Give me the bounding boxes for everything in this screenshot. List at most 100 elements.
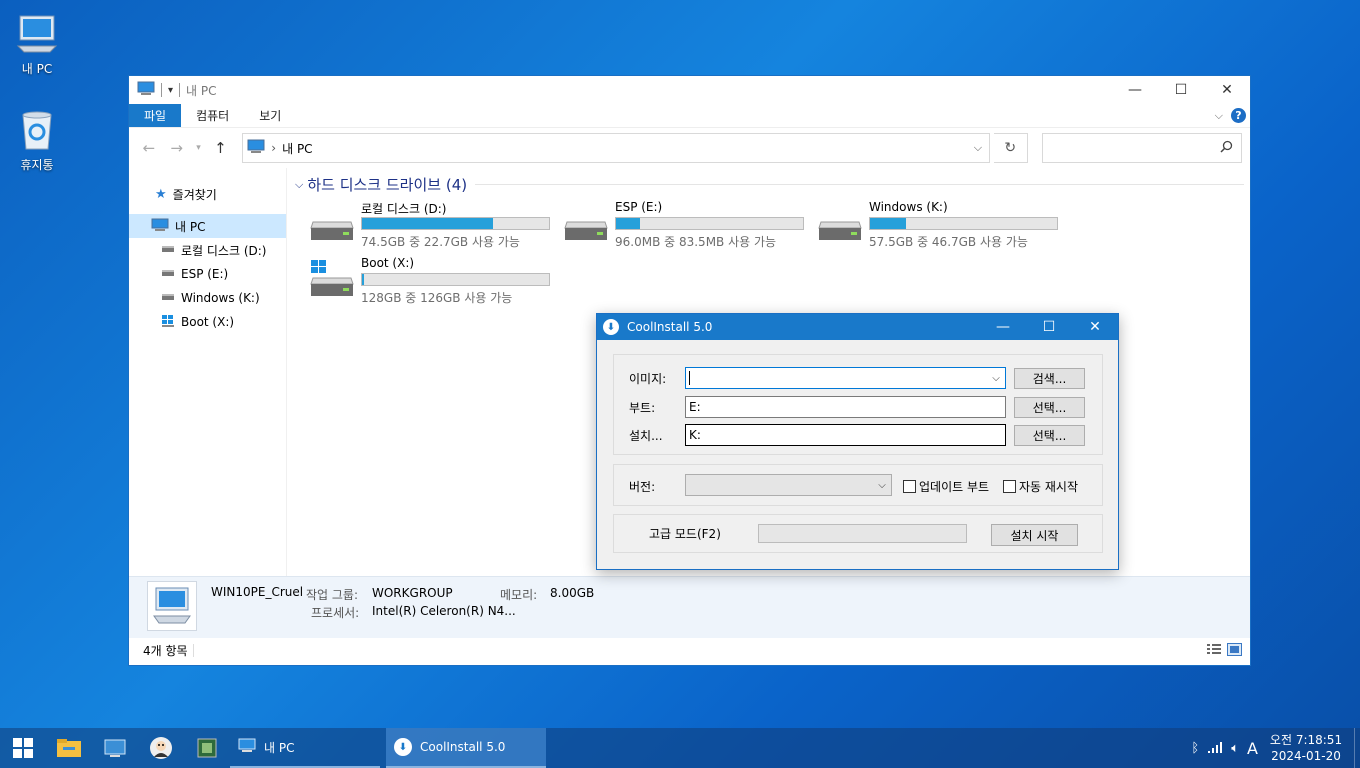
tab-computer[interactable]: 컴퓨터 [181,104,244,127]
clock-date: 2024-01-20 [1271,749,1341,763]
version-label: 버전: [629,480,656,494]
navigation-bar: ← → ▾ ↑ › 내 PC ⌵ ↻ [129,128,1250,168]
sidebar-item-label: Windows (K:) [181,291,260,305]
taskbar-app-coolinstall[interactable]: ⬇ CoolInstall 5.0 [386,728,546,768]
drive-tile-d[interactable]: 로컬 디스크 (D:) 74.5GB 중 22.7GB 사용 가능 [309,200,559,249]
sidebar-item-drive-e[interactable]: ESP (E:) [129,262,286,286]
drive-tile-e[interactable]: ESP (E:) 96.0MB 중 83.5MB 사용 가능 [563,200,813,249]
details-view-icon[interactable] [1206,643,1222,659]
desktop-icon-label: 내 PC [21,62,53,76]
show-desktop-button[interactable] [1354,728,1360,768]
sidebar-item-drive-d[interactable]: 로컬 디스크 (D:) [129,238,286,262]
input-method-indicator[interactable]: A [1247,739,1258,758]
group-header[interactable]: ⌵ 하드 디스크 드라이브 (4) [293,174,1244,195]
avatar-taskbar-icon[interactable] [138,728,184,768]
recent-locations-icon[interactable]: ▾ [193,143,205,153]
quick-access-dropdown-icon[interactable]: ▾ [168,85,173,96]
computer-icon [137,81,155,100]
bluetooth-icon[interactable]: ᛒ [1191,741,1199,756]
group-title: 하드 디스크 드라이브 (4) [307,176,468,194]
browse-button[interactable]: 검색... [1014,368,1085,389]
drive-tile-x[interactable]: Boot (X:) 128GB 중 126GB 사용 가능 [309,256,559,305]
refresh-button[interactable]: ↻ [993,133,1028,163]
chevron-down-icon[interactable]: ⌵ [873,480,891,491]
drive-icon [817,214,863,244]
dialog-title: CoolInstall 5.0 [627,320,713,334]
memory-label: 메모리: [500,588,538,602]
tab-view[interactable]: 보기 [244,104,296,127]
file-explorer-taskbar-icon[interactable] [46,728,92,768]
forward-button[interactable]: → [165,139,189,157]
action-groupbox: 고급 모드(F2) 설치 시작 [613,514,1103,553]
image-label: 이미지: [629,372,667,386]
update-boot-label: 업데이트 부트 [919,480,990,494]
install-field[interactable]: K: [685,424,1006,446]
back-button[interactable]: ← [137,139,161,157]
volume-icon[interactable]: 🔈︎ [1231,741,1239,756]
dialog-maximize-button[interactable]: ☐ [1026,319,1072,335]
sidebar-item-drive-x[interactable]: Boot (X:) [129,310,286,334]
chip-taskbar-icon[interactable] [184,728,230,768]
address-bar[interactable]: › 내 PC ⌵ [242,133,990,163]
tab-file[interactable]: 파일 [129,104,182,127]
processor-value: Intel(R) Celeron(R) N4... [372,604,516,618]
install-value: K: [689,428,701,442]
desktop-icon-this-pc[interactable]: 내 PC [0,12,74,77]
taskbar-app-label: CoolInstall 5.0 [420,740,506,754]
taskbar-app-this-pc[interactable]: 내 PC [230,728,380,768]
download-icon: ⬇ [394,738,412,756]
dialog-minimize-button[interactable]: — [980,319,1026,335]
auto-restart-checkbox[interactable]: 자동 재시작 [1003,478,1078,495]
breadcrumb[interactable]: 내 PC [282,140,312,157]
taskbar-app-label: 내 PC [264,740,295,755]
start-install-button[interactable]: 설치 시작 [991,524,1078,546]
drive-icon [563,214,609,244]
large-icons-view-icon[interactable] [1227,643,1242,659]
image-combobox[interactable]: ⌵ [685,367,1006,389]
system-tray: ᛒ 🔈︎ A 오전 7:18:51 2024-01-20 [1191,728,1360,768]
auto-restart-label: 자동 재시작 [1019,480,1079,494]
drive-tile-k[interactable]: Windows (K:) 57.5GB 중 46.7GB 사용 가능 [817,200,1067,249]
close-button[interactable]: ✕ [1204,76,1250,104]
select-boot-button[interactable]: 선택... [1014,397,1085,418]
ribbon-expand-icon[interactable]: ⌵ [1215,109,1223,123]
search-input[interactable] [1041,133,1242,163]
taskbar: 내 PC ⬇ CoolInstall 5.0 ᛒ 🔈︎ A 오전 7:18:51… [0,728,1360,768]
checkbox-box [903,480,916,493]
chevron-down-icon[interactable]: ⌵ [987,373,1005,384]
maximize-button[interactable]: ☐ [1158,76,1204,104]
up-button[interactable]: ↑ [208,139,232,157]
drive-icon [309,214,355,244]
desktop-icon-label: 휴지통 [20,158,54,172]
advanced-mode-label[interactable]: 고급 모드(F2) [649,525,721,542]
recycle-bin-icon [15,108,59,152]
boot-field[interactable]: E: [685,396,1006,418]
monitor-taskbar-icon[interactable] [92,728,138,768]
dialog-close-button[interactable]: ✕ [1072,319,1118,335]
chevron-right-icon: › [271,141,277,155]
minimize-button[interactable]: — [1112,76,1158,104]
drive-free-space: 74.5GB 중 22.7GB 사용 가능 [361,235,520,249]
windows-logo-icon [13,738,33,758]
coolinstall-dialog: ⬇ CoolInstall 5.0 — ☐ ✕ 이미지: ⌵ 검색... 부트:… [596,313,1119,570]
sidebar-item-favorites[interactable]: ★ 즐겨찾기 [129,182,286,206]
windows-drive-icon [309,260,355,300]
item-count: 4개 항목 [143,643,188,658]
network-icon[interactable] [1207,740,1223,757]
sidebar-item-this-pc[interactable]: 내 PC [129,214,286,238]
navigation-pane: ★ 즐겨찾기 내 PC 로컬 디스크 (D:) ESP (E:) Windows [129,168,287,576]
sidebar-item-drive-k[interactable]: Windows (K:) [129,286,286,310]
help-icon[interactable]: ? [1231,108,1246,123]
clock[interactable]: 오전 7:18:51 2024-01-20 [1266,732,1346,764]
select-install-button[interactable]: 선택... [1014,425,1085,446]
version-combobox[interactable]: ⌵ [685,474,892,496]
desktop-icon-recycle-bin[interactable]: 휴지통 [0,108,74,173]
sidebar-item-label: ESP (E:) [181,267,229,281]
version-groupbox: 버전: ⌵ 업데이트 부트 자동 재시작 [613,464,1103,506]
details-pane: WIN10PE_Cruel 작업 그룹: WORKGROUP 메모리: 8.00… [129,576,1250,638]
start-button[interactable] [0,728,46,768]
chevron-down-icon[interactable]: ⌵ [967,141,989,155]
sidebar-item-label: Boot (X:) [181,315,235,329]
update-boot-checkbox[interactable]: 업데이트 부트 [903,478,989,495]
chevron-down-icon: ⌵ [295,177,304,191]
